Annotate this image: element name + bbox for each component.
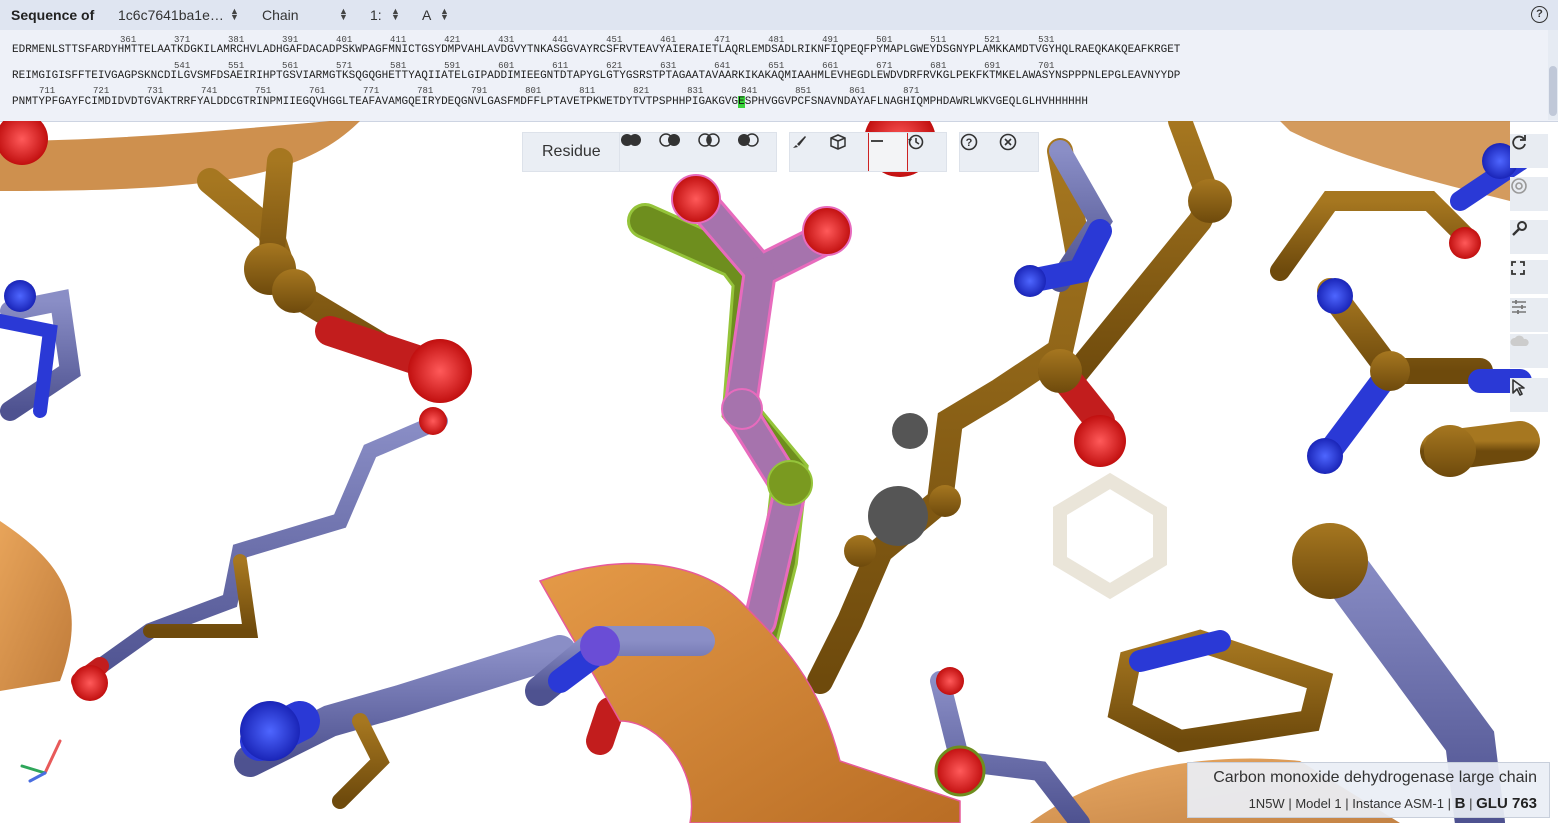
history-icon[interactable]: [907, 133, 945, 171]
ghost-ring: [1053, 472, 1167, 600]
help-icon[interactable]: ?: [960, 133, 998, 171]
sequence-row-3-after[interactable]: SPHVGGVPCFSNAVNDAYAFLNAGHIQMPHDAWRLWKVGE…: [745, 96, 1088, 108]
entry-select[interactable]: 1c6c7641ba1e…: [118, 7, 224, 23]
mode-select[interactable]: Chain: [262, 7, 299, 23]
instance-label: Instance ASM-1: [1352, 796, 1445, 811]
oxygen-atom-3[interactable]: [934, 745, 986, 797]
left-side-chains: [0, 148, 624, 809]
right-side-chains: [807, 121, 1540, 823]
close-icon[interactable]: [999, 133, 1037, 171]
molecule-viewer[interactable]: Residue ?: [0, 121, 1558, 823]
fullscreen-icon[interactable]: [1510, 260, 1548, 294]
sequence-panel: Sequence of 1c6c7641ba1e… ▲ ▼ Chain ▲ ▼ 1:…: [0, 0, 1558, 122]
sequence-scrollbar[interactable]: [1548, 30, 1558, 120]
separator: |: [1447, 796, 1452, 811]
chain-select[interactable]: A: [422, 7, 431, 23]
svg-text:?: ?: [966, 137, 973, 149]
sequence-scrollbar-thumb[interactable]: [1549, 66, 1557, 116]
residue-id: GLU 763: [1476, 795, 1537, 812]
select-union-icon[interactable]: [659, 133, 697, 171]
sequence-row-1[interactable]: EDRMENLSTTSFARDYHMTTELAATKDGKILAMRCHVLAD…: [12, 44, 1180, 56]
ribbon-left: [0, 121, 360, 691]
model-select-caret-icon: ▲ ▼: [391, 6, 400, 22]
sequence-of-label: Sequence of: [11, 7, 95, 23]
settings-sliders-icon[interactable]: [1510, 298, 1548, 332]
screenshot-icon[interactable]: [1510, 177, 1548, 211]
select-all-icon[interactable]: [620, 133, 658, 171]
brush-icon[interactable]: [790, 133, 828, 171]
oxygen-atom-1[interactable]: [671, 174, 721, 224]
residue-mode-box[interactable]: Residue: [522, 132, 620, 172]
chain-select-caret-icon: ▲ ▼: [440, 6, 449, 22]
wrench-icon[interactable]: [1510, 220, 1548, 254]
help-icon[interactable]: ?: [1531, 6, 1548, 23]
chain-id: B: [1454, 795, 1466, 812]
minus-icon[interactable]: [868, 133, 908, 171]
molecule-canvas[interactable]: [0, 121, 1558, 823]
select-subtract-icon[interactable]: [737, 133, 775, 171]
mode-select-caret-icon: ▲ ▼: [339, 6, 348, 22]
separator: |: [1288, 796, 1292, 811]
axes-gizmo: [20, 739, 62, 783]
molecule-name: Carbon monoxide dehydrogenase large chai…: [1213, 769, 1537, 786]
structure-details: 1N5W | Model 1 | Instance ASM-1 | B | GL…: [1249, 795, 1537, 812]
entry-select-caret-icon: ▲ ▼: [230, 6, 239, 22]
reset-view-icon[interactable]: [1510, 134, 1548, 168]
water-atoms: [868, 413, 928, 546]
pdb-id: 1N5W: [1248, 796, 1285, 811]
pointer-icon[interactable]: [1510, 378, 1548, 412]
sequence-numbers-row-3: 711 721 731 741 751 761 771 781 791 801 …: [12, 86, 920, 96]
carbon-atom-1[interactable]: [721, 388, 763, 430]
sequence-row-2[interactable]: REIMGIGISFFTEIVGAGPSKNCDILGVSMFDSAEIRIHP…: [12, 70, 1180, 82]
edit-tools-group: [789, 132, 947, 172]
help-close-group: ?: [959, 132, 1039, 172]
sequence-row-3-before[interactable]: PNMTYPFGAYFCIMDIDVDTGVAKTRRFYALDDCGTRINP…: [12, 96, 738, 108]
cube-icon[interactable]: [829, 133, 867, 171]
selection-ops-group: [619, 132, 777, 172]
selection-granularity-label[interactable]: Residue: [542, 143, 601, 161]
sequence-header: Sequence of 1c6c7641ba1e… ▲ ▼ Chain ▲ ▼ 1:…: [0, 0, 1558, 30]
model-select[interactable]: 1:: [370, 7, 382, 23]
oxygen-atom-2[interactable]: [802, 206, 852, 256]
select-intersect-icon[interactable]: [698, 133, 736, 171]
separator: |: [1345, 796, 1349, 811]
cloud-icon[interactable]: [1510, 334, 1548, 368]
highlighted-residue[interactable]: E: [738, 96, 745, 108]
sequence-row-3[interactable]: PNMTYPFGAYFCIMDIDVDTGVAKTRRFYALDDCGTRINP…: [12, 96, 1088, 108]
separator: |: [1469, 796, 1473, 811]
structure-info-box: Carbon monoxide dehydrogenase large chai…: [1187, 762, 1550, 818]
model-label: Model 1: [1295, 796, 1342, 811]
carbon-atom-2[interactable]: [767, 460, 813, 506]
